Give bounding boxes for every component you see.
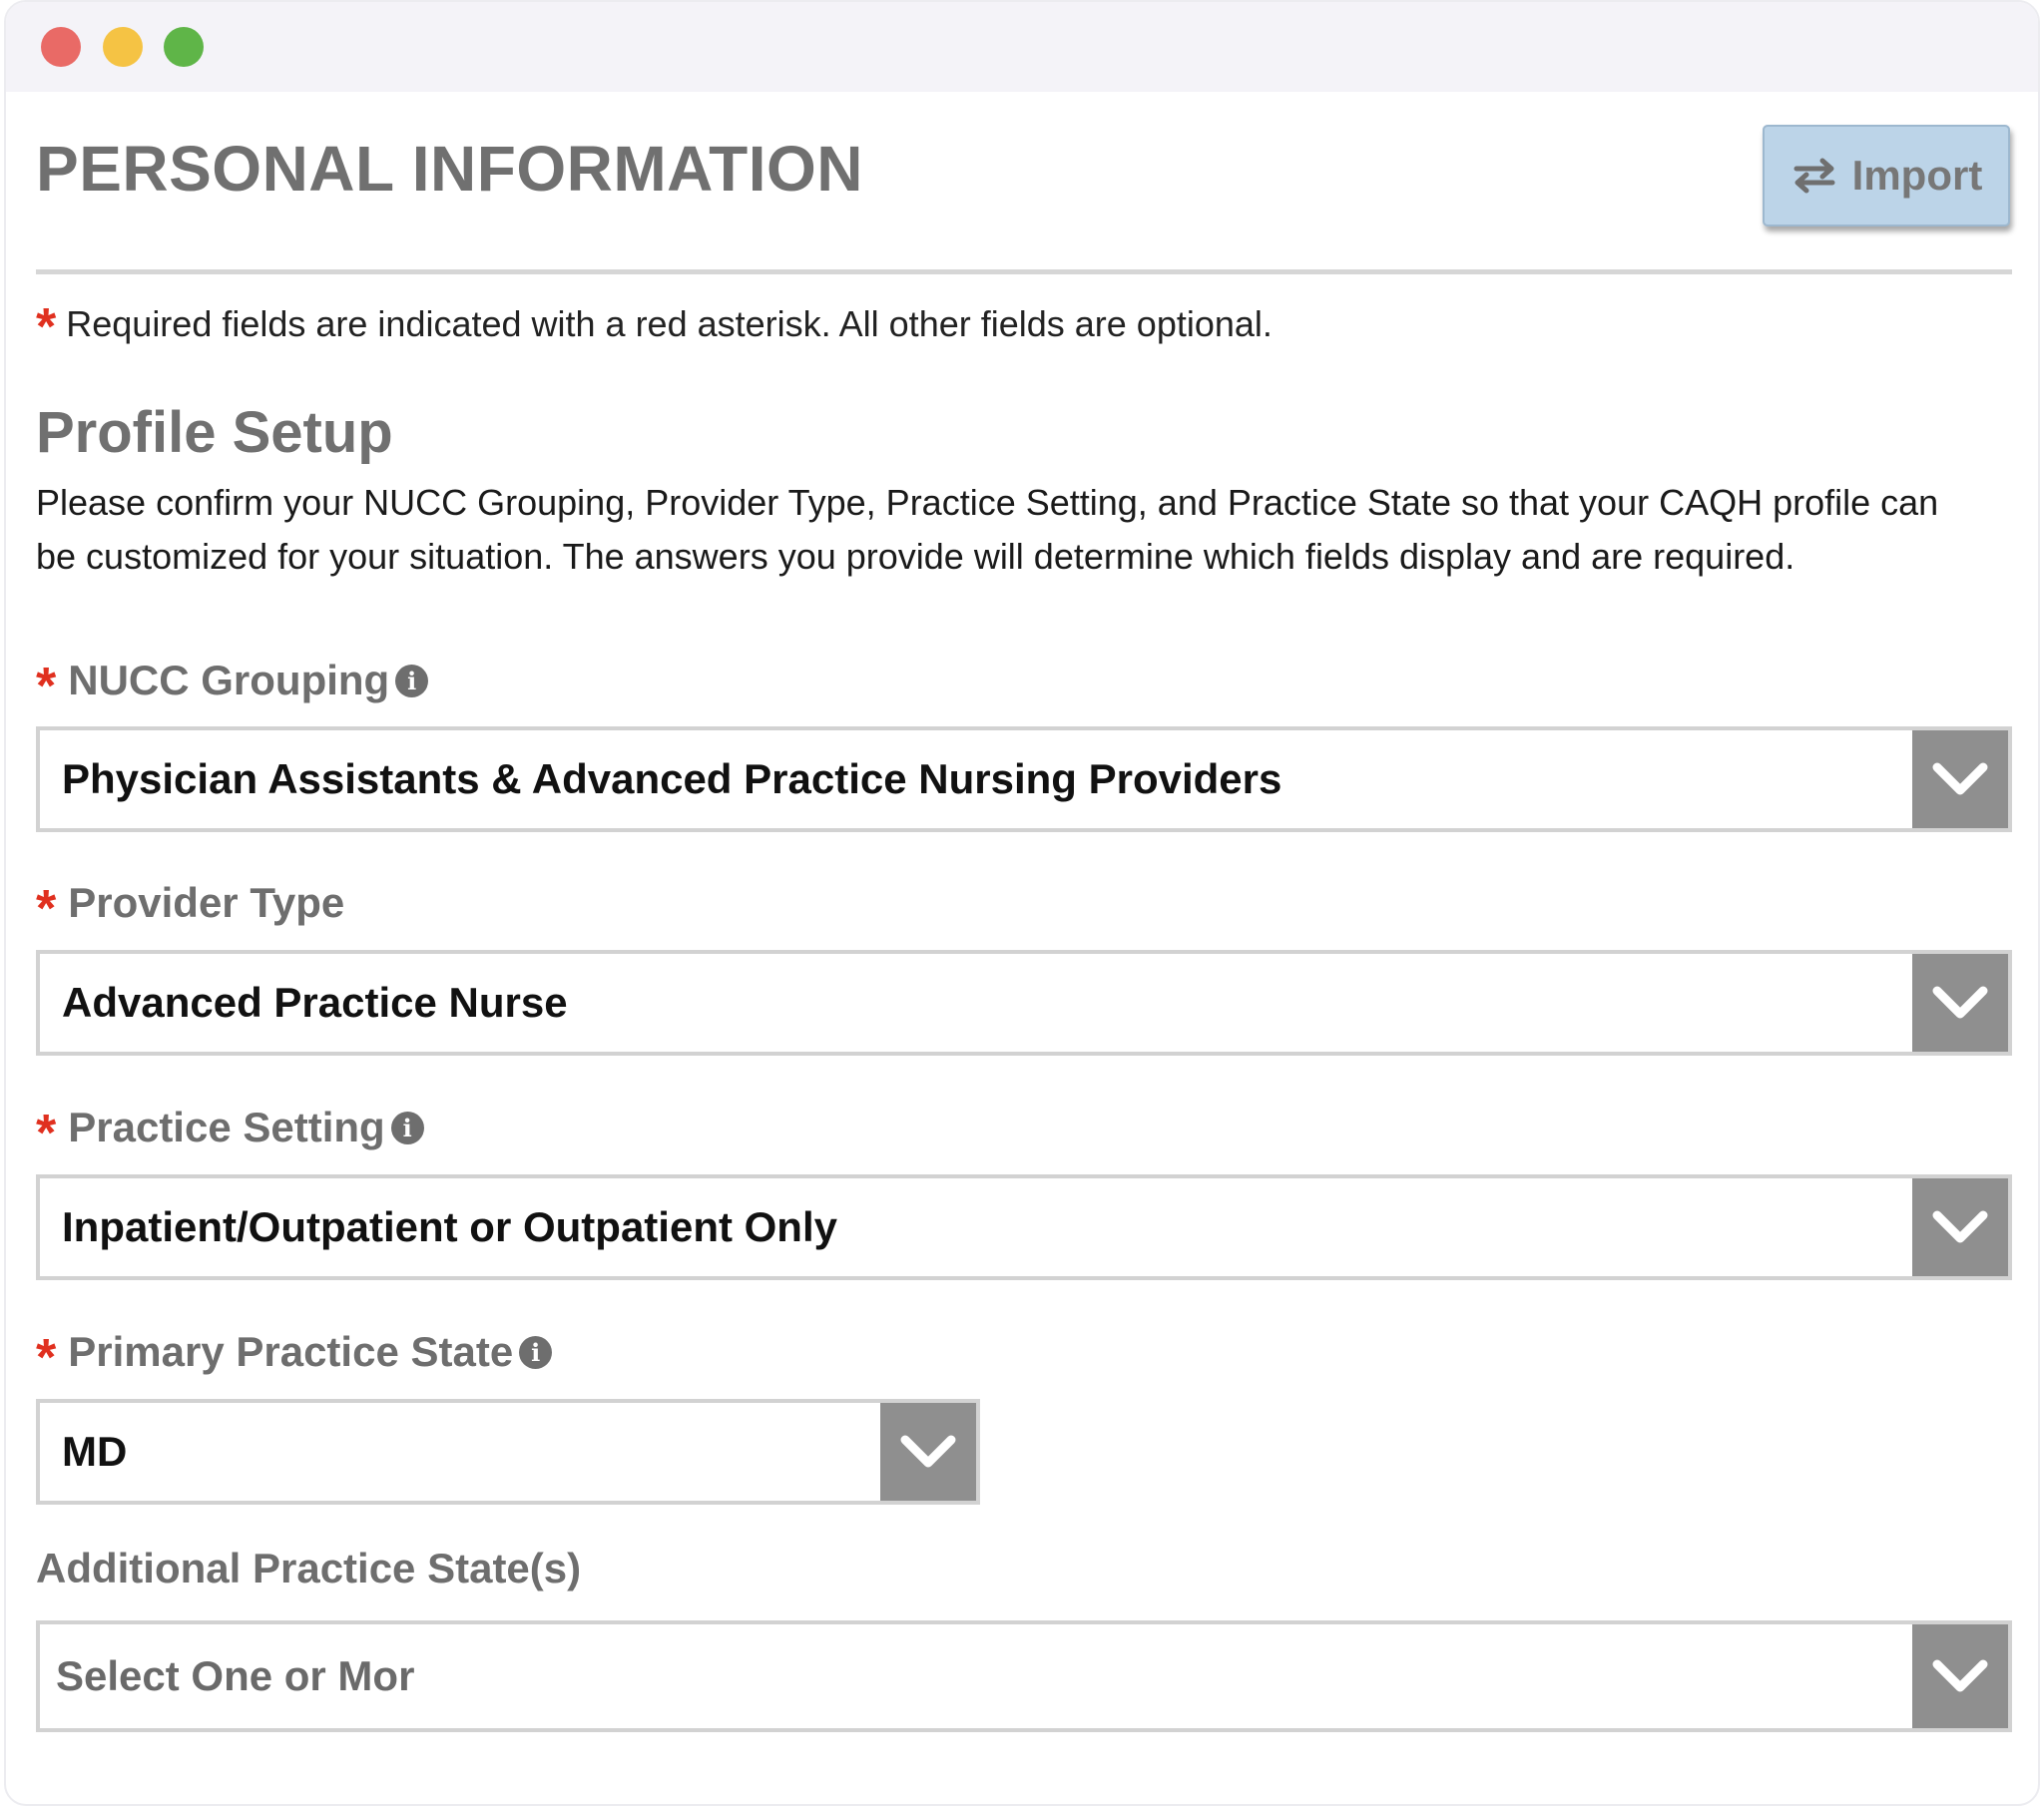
intro-line-1: Please confirm your NUCC Grouping, Provi… — [36, 482, 1939, 523]
practice-setting-value: Inpatient/Outpatient or Outpatient Only — [62, 1203, 837, 1250]
nucc-grouping-select[interactable]: Physician Assistants & Advanced Practice… — [36, 726, 2012, 832]
additional-practice-states-placeholder: Select One or Mor — [56, 1652, 415, 1699]
intro-line-2: be customized for your situation. The an… — [36, 536, 1795, 577]
close-window-button[interactable] — [41, 27, 81, 67]
required-asterisk: * — [36, 1105, 57, 1162]
required-asterisk: * — [36, 658, 57, 715]
chevron-down-icon — [1932, 1659, 1988, 1692]
section-intro: Please confirm your NUCC Grouping, Provi… — [36, 476, 2012, 584]
primary-practice-state-value: MD — [62, 1428, 128, 1475]
additional-practice-states-dropdown-button[interactable] — [1912, 1624, 2008, 1728]
title-bar — [6, 2, 2038, 92]
app-window: PERSONAL INFORMATION Import * Required fi… — [4, 0, 2040, 1806]
practice-setting-select[interactable]: Inpatient/Outpatient or Outpatient Only — [36, 1174, 2012, 1280]
nucc-grouping-dropdown-button[interactable] — [1912, 730, 2008, 828]
nucc-grouping-value: Physician Assistants & Advanced Practice… — [62, 755, 1282, 802]
chevron-down-icon — [1932, 762, 1988, 795]
header-divider — [36, 269, 2012, 274]
swap-arrows-icon — [1793, 158, 1835, 194]
minimize-window-button[interactable] — [103, 27, 143, 67]
practice-setting-label-text: Practice Setting — [68, 1104, 385, 1150]
additional-practice-states-label-text: Additional Practice State(s) — [36, 1545, 582, 1591]
required-note-text: Required fields are indicated with a red… — [66, 303, 1273, 344]
section-title: Profile Setup — [36, 400, 393, 465]
maximize-window-button[interactable] — [164, 27, 204, 67]
practice-setting-dropdown-button[interactable] — [1912, 1178, 2008, 1276]
practice-setting-label: * Practice Setting i — [36, 1098, 424, 1162]
provider-type-dropdown-button[interactable] — [1912, 954, 2008, 1052]
provider-type-label: * Provider Type — [36, 873, 345, 938]
primary-practice-state-select[interactable]: MD — [36, 1399, 980, 1505]
additional-practice-states-label: Additional Practice State(s) — [36, 1545, 581, 1592]
chevron-down-icon — [1932, 1210, 1988, 1243]
import-button-label: Import — [1851, 152, 1983, 199]
required-asterisk: * — [36, 880, 57, 938]
nucc-grouping-label: * NUCC Grouping i — [36, 651, 429, 715]
primary-practice-state-label: * Primary Practice State i — [36, 1322, 553, 1387]
provider-type-select[interactable]: Advanced Practice Nurse — [36, 950, 2012, 1056]
provider-type-value: Advanced Practice Nurse — [62, 979, 568, 1026]
chevron-down-icon — [1932, 986, 1988, 1019]
additional-practice-states-select[interactable]: Select One or Mor — [36, 1620, 2012, 1732]
required-fields-note: * Required fields are indicated with a re… — [36, 289, 1273, 356]
page-title: PERSONAL INFORMATION — [36, 133, 863, 205]
chevron-down-icon — [900, 1435, 956, 1468]
info-icon[interactable]: i — [395, 664, 429, 697]
import-button[interactable]: Import — [1763, 125, 2010, 226]
primary-practice-state-label-text: Primary Practice State — [68, 1328, 514, 1375]
primary-practice-state-dropdown-button[interactable] — [880, 1403, 976, 1501]
info-icon[interactable]: i — [519, 1335, 553, 1369]
info-icon[interactable]: i — [390, 1111, 424, 1144]
provider-type-label-text: Provider Type — [68, 879, 345, 926]
required-asterisk: * — [36, 1329, 57, 1387]
required-asterisk: * — [36, 298, 57, 356]
nucc-grouping-label-text: NUCC Grouping — [68, 657, 390, 703]
